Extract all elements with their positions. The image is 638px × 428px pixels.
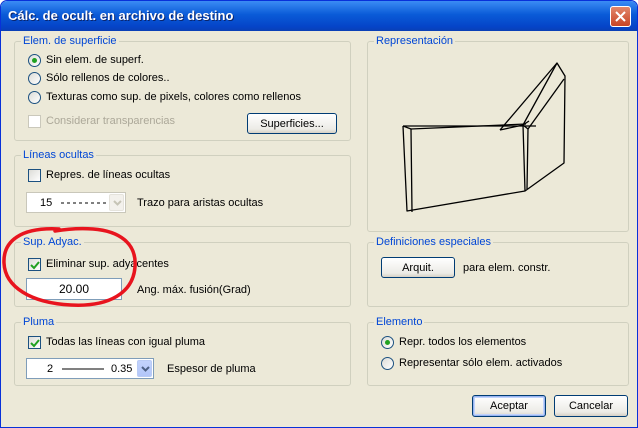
- chevron-down-icon: [141, 366, 150, 372]
- definiciones-legend: Definiciones especiales: [374, 236, 493, 248]
- chevron-down-icon: [113, 200, 122, 206]
- window-title: Cálc. de ocult. en archivo de destino: [8, 8, 234, 23]
- radio-solo-activados-label[interactable]: Representar sólo elem. activados: [399, 357, 562, 369]
- trazo-dropdown-arrow[interactable]: [109, 194, 124, 211]
- arquit-button[interactable]: Arquit.: [381, 257, 455, 278]
- cancel-button[interactable]: Cancelar: [554, 395, 628, 417]
- pen-number: 2: [47, 363, 54, 375]
- lineas-group: Líneas ocultas: [14, 149, 351, 227]
- close-button[interactable]: [610, 6, 631, 27]
- dialog-window: Cálc. de ocult. en archivo de destino El…: [0, 0, 638, 428]
- radio-solo-rellenos-label[interactable]: Sólo rellenos de colores..: [46, 72, 170, 84]
- radio-texturas-label[interactable]: Texturas como sup. de pixels, colores co…: [46, 91, 301, 103]
- trazo-label: Trazo para aristas ocultas: [137, 197, 264, 209]
- accept-button[interactable]: Aceptar: [472, 395, 546, 417]
- todas-lineas-label[interactable]: Todas las líneas con igual pluma: [46, 336, 205, 348]
- radio-repr-todos[interactable]: [381, 336, 394, 349]
- checkmark-icon: [30, 339, 40, 348]
- radio-repr-todos-label[interactable]: Repr. todos los elementos: [399, 336, 526, 348]
- preview-3d-illustration: [402, 62, 566, 213]
- repres-lineas-checkbox[interactable]: [28, 169, 41, 182]
- elemento-group: Elemento: [367, 316, 629, 386]
- solid-line-preview: [62, 368, 104, 370]
- transparencias-checkbox[interactable]: [28, 115, 41, 128]
- superficies-button[interactable]: Superficies...: [247, 113, 337, 134]
- title-bar[interactable]: Cálc. de ocult. en archivo de destino: [1, 1, 637, 31]
- transparencias-label: Considerar transparencias: [46, 115, 176, 127]
- arquit-label: para elem. constr.: [463, 262, 551, 274]
- radio-texturas[interactable]: [28, 91, 41, 104]
- radio-sin-elem-label[interactable]: Sin elem. de superf.: [46, 54, 144, 66]
- representacion-legend: Representación: [374, 35, 456, 47]
- trazo-select[interactable]: 15: [26, 192, 126, 213]
- annotation-circle: [2, 226, 137, 307]
- repres-lineas-label[interactable]: Repres. de líneas ocultas: [46, 169, 170, 181]
- radio-solo-activados[interactable]: [381, 357, 394, 370]
- espesor-label: Espesor de pluma: [167, 363, 256, 375]
- superficie-legend: Elem. de superficie: [21, 35, 119, 47]
- lineas-legend: Líneas ocultas: [21, 149, 96, 161]
- radio-sin-elem[interactable]: [28, 54, 41, 67]
- pen-width: 0.35: [111, 363, 133, 375]
- todas-lineas-checkbox[interactable]: [28, 336, 41, 349]
- trazo-value: 15: [40, 197, 53, 209]
- close-icon: [615, 11, 626, 22]
- angulo-label: Ang. máx. fusión(Grad): [137, 284, 251, 296]
- dashed-line-preview: [61, 202, 107, 204]
- radio-solo-rellenos[interactable]: [28, 72, 41, 85]
- pen-select[interactable]: 2 0.35: [26, 358, 154, 379]
- elemento-legend: Elemento: [374, 316, 425, 328]
- pen-dropdown-arrow[interactable]: [137, 360, 152, 377]
